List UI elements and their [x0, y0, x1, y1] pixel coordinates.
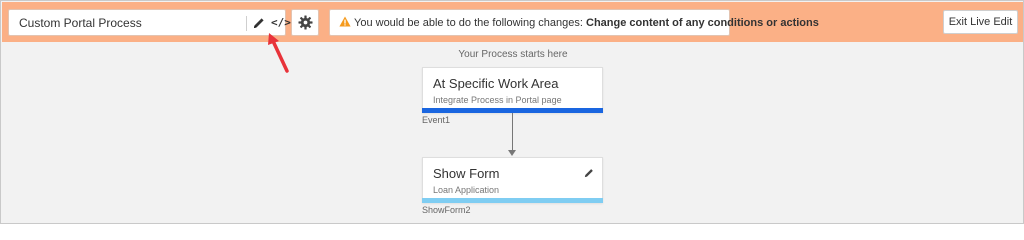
process-title-field[interactable]: Custom Portal Process </> — [8, 9, 291, 36]
process-start-label: Your Process starts here — [458, 49, 568, 60]
info-prefix: You would be able to do the following ch… — [354, 17, 586, 29]
pencil-icon[interactable] — [584, 165, 594, 183]
event-node[interactable]: At Specific Work Area Integrate Process … — [422, 67, 603, 113]
node-subtitle: Loan Application — [433, 185, 500, 195]
show-form-node[interactable]: Show Form Loan Application — [422, 157, 603, 203]
connector-line — [512, 113, 513, 150]
info-emphasis: Change content of any conditions or acti… — [586, 17, 819, 29]
node-title: At Specific Work Area — [433, 76, 559, 91]
warning-icon — [339, 16, 351, 27]
exit-live-edit-button[interactable]: Exit Live Edit — [943, 10, 1018, 34]
annotation-arrow-icon — [268, 33, 289, 73]
node-title: Show Form — [433, 166, 500, 181]
divider — [246, 16, 247, 31]
node-id-label: ShowForm2 — [422, 205, 471, 215]
pencil-icon[interactable] — [253, 16, 267, 30]
process-title: Custom Portal Process — [19, 16, 142, 30]
node-status-bar — [422, 198, 603, 203]
header-bar: Custom Portal Process </> You would be a… — [2, 2, 1023, 42]
live-edit-window: Custom Portal Process </> You would be a… — [0, 0, 1024, 224]
node-id-label: Event1 — [422, 115, 451, 125]
node-subtitle: Integrate Process in Portal page — [433, 95, 562, 105]
code-icon[interactable]: </> — [271, 15, 291, 30]
gear-icon — [298, 15, 313, 30]
info-message: You would be able to do the following ch… — [354, 17, 819, 29]
info-banner: You would be able to do the following ch… — [329, 9, 819, 36]
connector-arrowhead — [508, 150, 516, 156]
